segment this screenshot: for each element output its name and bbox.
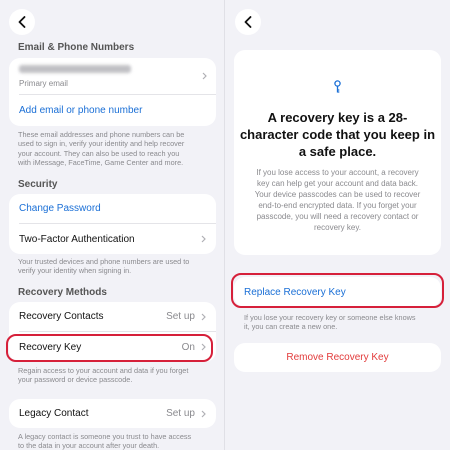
email-card: Primary email Add email or phone number bbox=[9, 58, 216, 126]
body-line: Your device passcodes can be used to rec… bbox=[254, 190, 421, 199]
add-email-link[interactable]: Add email or phone number bbox=[19, 105, 206, 116]
body-line: If you lose access to your account, a re… bbox=[256, 168, 419, 177]
back-button[interactable] bbox=[9, 9, 35, 35]
chevron-right-icon bbox=[201, 313, 206, 320]
chevron-right-icon bbox=[201, 235, 206, 243]
recovery-contacts-value: Set up bbox=[166, 311, 195, 322]
change-password-link[interactable]: Change Password bbox=[19, 203, 206, 214]
replace-key-highlight bbox=[231, 273, 444, 308]
recovery-key-info-card: A recovery key is a 28- character code t… bbox=[234, 50, 441, 255]
replace-key-note: If you lose your recovery key or someone… bbox=[244, 313, 444, 332]
email-note: These email addresses and phone numbers … bbox=[18, 130, 218, 168]
note-line: Your trusted devices and phone numbers a… bbox=[18, 257, 190, 266]
account-settings-panel: Email & Phone Numbers Primary email Add … bbox=[0, 0, 225, 450]
title-line: A recovery key is a 28- bbox=[267, 110, 408, 125]
legacy-contact-row[interactable]: Legacy Contact Set up bbox=[9, 399, 216, 428]
security-card: Change Password Two-Factor Authenticatio… bbox=[9, 194, 216, 254]
recovery-key-title: A recovery key is a 28- character code t… bbox=[234, 109, 441, 160]
legacy-note: A legacy contact is someone you trust to… bbox=[18, 432, 218, 450]
body-line: key can help get your account and data b… bbox=[257, 179, 418, 188]
note-line: used to sign in, verify your identity an… bbox=[18, 139, 185, 149]
primary-email-row[interactable]: Primary email bbox=[9, 58, 216, 94]
two-factor-label: Two-Factor Authentication bbox=[19, 233, 135, 245]
change-password-row[interactable]: Change Password bbox=[9, 194, 216, 223]
note-line: A legacy contact is someone you trust to… bbox=[18, 432, 192, 441]
section-header-recovery: Recovery Methods bbox=[18, 287, 107, 298]
legacy-card: Legacy Contact Set up bbox=[9, 399, 216, 428]
recovery-note: Regain access to your account and data i… bbox=[18, 366, 218, 385]
key-icon bbox=[334, 80, 341, 93]
chevron-left-icon bbox=[18, 16, 26, 28]
legacy-contact-value: Set up bbox=[166, 408, 195, 419]
section-header-security: Security bbox=[18, 179, 58, 190]
chevron-left-icon bbox=[244, 16, 252, 28]
legacy-contact-label: Legacy Contact bbox=[19, 408, 89, 419]
recovery-key-highlight bbox=[6, 334, 213, 362]
note-line: your password or device passcode. bbox=[18, 375, 133, 385]
two-factor-row[interactable]: Two-Factor Authentication bbox=[9, 224, 216, 254]
chevron-right-icon bbox=[202, 72, 207, 80]
redacted-email bbox=[19, 65, 131, 73]
note-line: Regain access to your account and data i… bbox=[18, 366, 189, 375]
recovery-contacts-label: Recovery Contacts bbox=[19, 311, 104, 322]
recovery-contacts-row[interactable]: Recovery Contacts Set up bbox=[9, 302, 216, 331]
note-line: to the data in your account after your d… bbox=[18, 441, 160, 450]
recovery-key-panel: A recovery key is a 28- character code t… bbox=[225, 0, 450, 450]
recovery-key-description: If you lose access to your account, a re… bbox=[234, 167, 441, 233]
two-factor-note: Your trusted devices and phone numbers a… bbox=[18, 257, 218, 276]
back-button[interactable] bbox=[235, 9, 261, 35]
chevron-right-icon bbox=[201, 410, 206, 417]
note-line: These email addresses and phone numbers … bbox=[18, 130, 185, 139]
note-line: it, you can create a new one. bbox=[244, 322, 338, 332]
body-line: passcode, you will need a recovery conta… bbox=[256, 212, 419, 221]
remove-key-row[interactable]: Remove Recovery Key bbox=[234, 343, 441, 372]
remove-key-card: Remove Recovery Key bbox=[234, 343, 441, 372]
add-email-row[interactable]: Add email or phone number bbox=[9, 95, 216, 126]
title-line: character code that you keep in bbox=[239, 127, 436, 142]
note-line: your account. They can also be used to r… bbox=[18, 148, 180, 158]
body-line: recovery key. bbox=[314, 223, 361, 232]
body-line: end-to-end encrypted data. If you forget… bbox=[258, 201, 417, 210]
section-header-email: Email & Phone Numbers bbox=[18, 42, 135, 53]
title-line: a safe place. bbox=[298, 144, 377, 159]
note-line: verify your identity when signing in. bbox=[18, 266, 132, 276]
note-line: with iMessage, FaceTime, Game Center and… bbox=[18, 158, 184, 168]
remove-recovery-key-button[interactable]: Remove Recovery Key bbox=[286, 352, 388, 363]
primary-email-label: Primary email bbox=[19, 79, 68, 88]
note-line: If you lose your recovery key or someone… bbox=[244, 313, 416, 322]
